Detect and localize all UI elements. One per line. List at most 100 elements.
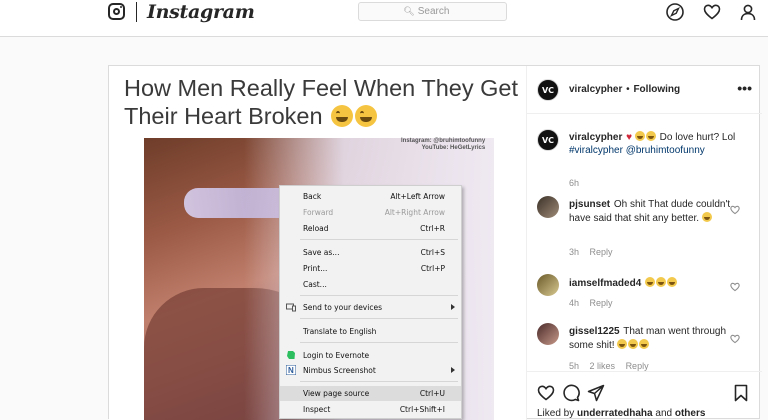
menu-item-shortcut: Ctrl+U bbox=[419, 389, 445, 398]
menu-separator bbox=[300, 342, 458, 343]
profile-icon[interactable] bbox=[738, 2, 758, 22]
menu-item-label: Cast... bbox=[303, 280, 327, 289]
evernote-icon bbox=[286, 350, 296, 360]
svg-text:N: N bbox=[288, 366, 294, 375]
devices-icon bbox=[286, 302, 296, 312]
menu-item-reload[interactable]: Reload Ctrl+R bbox=[280, 221, 461, 236]
grin-emoji-icon bbox=[701, 211, 712, 222]
explore-compass-icon[interactable] bbox=[665, 2, 685, 22]
more-options-icon[interactable]: ••• bbox=[737, 80, 752, 96]
grin-emoji-icon bbox=[656, 277, 667, 287]
grin-emoji-icon bbox=[639, 338, 650, 349]
avatar[interactable] bbox=[537, 274, 559, 296]
comment-bubble-icon[interactable] bbox=[562, 384, 580, 402]
caption-avatar[interactable]: VC bbox=[537, 129, 559, 151]
menu-item-print[interactable]: Print... Ctrl+P bbox=[280, 261, 461, 276]
search-box[interactable]: 🔍︎ bbox=[358, 2, 507, 21]
menu-item-send-to-devices[interactable]: Send to your devices bbox=[280, 300, 461, 315]
liked-by-text: Liked by underratedhaha and others bbox=[537, 408, 705, 419]
menu-item-shortcut: Ctrl+P bbox=[420, 264, 445, 273]
avatar[interactable] bbox=[537, 196, 559, 218]
menu-item-translate[interactable]: Translate to English bbox=[280, 324, 461, 339]
caption-time[interactable]: 6h bbox=[569, 178, 579, 188]
menu-item-label: Back bbox=[303, 192, 322, 201]
menu-item-save-as[interactable]: Save as... Ctrl+S bbox=[280, 245, 461, 260]
liked-by-others[interactable]: others bbox=[675, 408, 706, 419]
caption-body: Do love hurt? Lol bbox=[659, 132, 736, 143]
menu-item-forward[interactable]: Forward Alt+Right Arrow bbox=[280, 205, 461, 220]
liked-by-prefix: Liked by bbox=[537, 408, 575, 419]
comment-likes[interactable]: 2 likes bbox=[590, 361, 616, 371]
caption-username[interactable]: viralcypher bbox=[569, 132, 622, 143]
top-nav: Instagram 🔍︎ bbox=[0, 0, 768, 37]
menu-separator bbox=[300, 295, 458, 296]
menu-item-shortcut: Alt+Left Arrow bbox=[390, 192, 445, 201]
reply-button[interactable]: Reply bbox=[626, 361, 649, 371]
comment-meta: 3h Reply bbox=[569, 247, 621, 257]
menu-item-label: View page source bbox=[303, 389, 370, 398]
grin-emoji-icon bbox=[645, 131, 656, 141]
comment-meta: 5h 2 likes Reply bbox=[569, 361, 657, 371]
like-heart-icon[interactable] bbox=[537, 384, 555, 402]
menu-item-label: Translate to English bbox=[303, 327, 377, 336]
menu-item-back[interactable]: Back Alt+Left Arrow bbox=[280, 189, 461, 204]
avatar[interactable]: VC bbox=[537, 79, 559, 101]
menu-separator bbox=[300, 381, 458, 382]
menu-separator bbox=[300, 318, 458, 319]
search-icon: 🔍︎ bbox=[403, 6, 415, 16]
red-heart-icon: ♥ bbox=[626, 132, 633, 143]
search-input[interactable] bbox=[417, 6, 462, 17]
instagram-wordmark[interactable]: Instagram bbox=[147, 1, 255, 23]
grin-emoji-icon bbox=[667, 277, 678, 287]
post-actions: Liked by underratedhaha and others bbox=[527, 371, 762, 420]
liked-by-user[interactable]: underratedhaha bbox=[577, 408, 653, 419]
like-comment-heart-icon[interactable] bbox=[730, 279, 740, 292]
share-icon[interactable] bbox=[587, 384, 605, 402]
post-header-user: viralcypher • Following bbox=[569, 84, 680, 95]
like-comment-heart-icon[interactable] bbox=[730, 202, 740, 215]
menu-item-label: Forward bbox=[303, 208, 334, 217]
menu-item-cast[interactable]: Cast... bbox=[280, 277, 461, 292]
menu-separator bbox=[300, 239, 458, 240]
grin-emoji-icon bbox=[617, 338, 628, 349]
nav-divider bbox=[136, 2, 137, 22]
menu-item-label: Print... bbox=[303, 264, 328, 273]
submenu-arrow-icon bbox=[451, 367, 455, 373]
save-bookmark-icon[interactable] bbox=[732, 384, 750, 402]
submenu-arrow-icon bbox=[451, 304, 455, 310]
video-caption-title: How Men Really Feel When They Get Their … bbox=[124, 74, 524, 130]
reply-button[interactable]: Reply bbox=[590, 298, 613, 308]
video-credits: Instagram: @bruhimtoofunny YouTube: HeGe… bbox=[401, 138, 485, 152]
comments-list: VC viralcypher ♥ Do love hurt? Lol #vira… bbox=[527, 115, 762, 371]
activity-heart-icon[interactable] bbox=[702, 2, 722, 22]
comment-time[interactable]: 4h bbox=[569, 298, 579, 308]
following-button[interactable]: Following bbox=[633, 84, 680, 95]
menu-item-label: Login to Evernote bbox=[303, 351, 370, 360]
grin-emoji-icon bbox=[634, 131, 645, 141]
comment-username[interactable]: iamselfmaded4 bbox=[569, 278, 641, 289]
instagram-glyph-icon[interactable] bbox=[108, 3, 125, 20]
avatar[interactable] bbox=[537, 323, 559, 345]
menu-item-nimbus[interactable]: N Nimbus Screenshot bbox=[280, 363, 461, 378]
header-username[interactable]: viralcypher bbox=[569, 84, 622, 95]
caption-tags[interactable]: #viralcypher @bruhimtoofunny bbox=[569, 145, 705, 156]
reply-button[interactable]: Reply bbox=[590, 247, 613, 257]
menu-item-label: Inspect bbox=[303, 405, 331, 414]
menu-item-label: Reload bbox=[303, 224, 329, 233]
comment-username[interactable]: pjsunset bbox=[569, 199, 610, 210]
comment-time[interactable]: 3h bbox=[569, 247, 579, 257]
menu-item-shortcut: Ctrl+R bbox=[420, 224, 445, 233]
comment-username[interactable]: gissel1225 bbox=[569, 326, 620, 337]
like-comment-heart-icon[interactable] bbox=[730, 331, 740, 344]
menu-item-label: Save as... bbox=[303, 248, 340, 257]
menu-item-view-source[interactable]: View page source Ctrl+U bbox=[280, 386, 461, 401]
grin-emoji-icon bbox=[645, 277, 656, 287]
post-header: VC viralcypher • Following ••• bbox=[527, 66, 762, 114]
liked-by-joiner: and bbox=[655, 408, 673, 419]
comment-text: pjsunset Oh shit That dude couldn't have… bbox=[569, 199, 739, 225]
nimbus-icon: N bbox=[285, 364, 297, 376]
menu-item-inspect[interactable]: Inspect Ctrl+Shift+I bbox=[280, 402, 461, 417]
menu-item-evernote[interactable]: Login to Evernote bbox=[280, 348, 461, 363]
menu-item-shortcut: Ctrl+Shift+I bbox=[399, 405, 445, 414]
comment-time[interactable]: 5h bbox=[569, 361, 579, 371]
